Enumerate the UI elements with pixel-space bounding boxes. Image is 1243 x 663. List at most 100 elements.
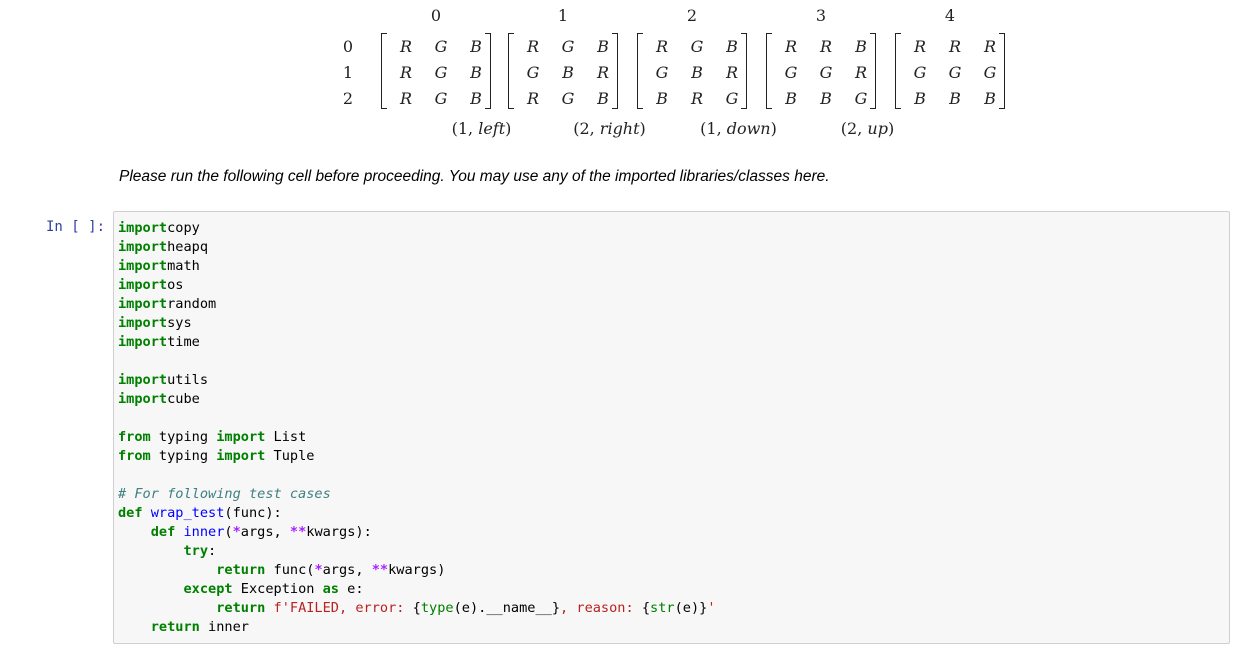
code-token: typing [150, 429, 217, 445]
state-matrix-0: R G B R G B R G B [381, 33, 491, 111]
matrix-cell: G [690, 37, 704, 56]
code-token: random [167, 296, 217, 312]
code-token: import [118, 334, 168, 350]
state-matrix-2: RGBGBRBRG [637, 33, 747, 111]
matrix-cell: B [656, 89, 668, 108]
code-line-7: importtime [118, 333, 716, 352]
matrix-cell: B [562, 63, 574, 82]
matrix-cell: G [854, 89, 868, 108]
code-token: inner [199, 619, 249, 635]
code-token: (e)} [674, 600, 708, 616]
matrix-cell: G [434, 63, 448, 82]
matrix-cell: B [785, 89, 797, 108]
move-label-0: (1, left) [451, 119, 512, 138]
left-bracket [381, 33, 387, 109]
matrix-cell: G [784, 63, 798, 82]
matrix-cell: R [596, 63, 610, 82]
instruction-text: Please run the following cell before pro… [119, 168, 830, 185]
code-line-1: importcopy [118, 219, 716, 238]
code-line-16: def wrap_test(func): [118, 504, 716, 523]
matrix-cell: R [948, 37, 962, 56]
code-token: * [314, 562, 323, 578]
code-line-5: importrandom [118, 295, 716, 314]
code-line-13: from typing import Tuple [118, 447, 716, 466]
code-token: func( [265, 562, 315, 578]
matrix-cell: G [819, 63, 833, 82]
code-token: args, [322, 562, 372, 578]
code-token: cube [167, 391, 200, 407]
matrix-cell: R [399, 89, 413, 108]
code-line-19: return func(*args, **kwargs) [118, 561, 716, 580]
code-token: args, [240, 524, 290, 540]
matrix-cell: G [434, 89, 448, 108]
code-line-18: try: [118, 542, 716, 561]
matrix-cell: R [526, 89, 540, 108]
code-line-9: importutils [118, 371, 716, 390]
row-index-2: 2 [342, 89, 354, 108]
code-token: try [183, 543, 209, 559]
matrix-cell: B [820, 89, 832, 108]
column-index-0: 0 [430, 6, 442, 25]
matrix-cell: B [855, 37, 867, 56]
row-index-1: 1 [342, 63, 354, 82]
code-token: ( [224, 524, 233, 540]
code-token: import [118, 296, 168, 312]
matrix-cell: B [470, 89, 482, 108]
left-bracket [637, 33, 643, 109]
matrix-cell: B [470, 63, 482, 82]
code-line-2: importheapq [118, 238, 716, 257]
code-token: kwargs): [306, 524, 372, 540]
matrix-cell: G [983, 63, 997, 82]
code-token: Exception [232, 581, 323, 597]
row-index-0: 0 [342, 37, 354, 56]
code-token: import [118, 391, 168, 407]
code-token: import [216, 448, 266, 464]
code-token: return [150, 619, 200, 635]
code-token: return [216, 600, 266, 616]
code-token: import [118, 315, 168, 331]
code-token: inner [183, 524, 225, 540]
matrix-cell: R [819, 37, 833, 56]
code-token: wrap_test [150, 505, 225, 521]
code-token: List [265, 429, 307, 445]
code-editor[interactable]: importcopy importheapq importmath importos i… [118, 219, 716, 637]
state-matrix-3: RRBGGRBBG [766, 33, 876, 111]
code-token: kwargs) [388, 562, 446, 578]
code-token: f'FAILED, error: [273, 600, 413, 616]
code-token: * [232, 524, 241, 540]
matrix-cell: B [691, 63, 703, 82]
code-token: time [167, 334, 200, 350]
matrix-cell: G [655, 63, 669, 82]
move-label-2: (1, down) [700, 119, 777, 138]
left-bracket [766, 33, 772, 109]
code-token: Tuple [265, 448, 315, 464]
code-line-4: importos [118, 276, 716, 295]
matrix-cell: G [434, 37, 448, 56]
matrix-cell: R [655, 37, 669, 56]
matrix-cell: B [726, 37, 738, 56]
code-token: except [183, 581, 233, 597]
matrix-cell: G [948, 63, 962, 82]
code-token: as [322, 581, 339, 597]
matrix-cell: B [984, 89, 996, 108]
code-line-3: importmath [118, 257, 716, 276]
code-token: return [216, 562, 266, 578]
code-token: ' [707, 600, 716, 616]
code-token: # For following test cases [118, 486, 331, 502]
code-line-15: # For following test cases [118, 485, 716, 504]
code-token: import [118, 277, 168, 293]
code-line-6: importsys [118, 314, 716, 333]
code-token: os [167, 277, 184, 293]
code-token: { [412, 600, 421, 616]
code-token: def [118, 505, 143, 521]
